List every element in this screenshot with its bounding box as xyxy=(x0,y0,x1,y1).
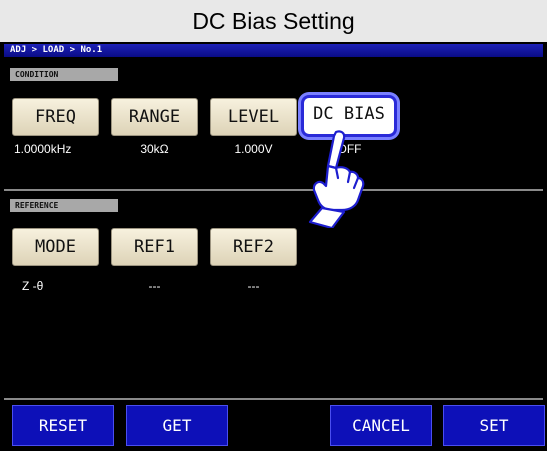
ref1-value: --- xyxy=(148,279,161,293)
get-button[interactable]: GET xyxy=(126,405,228,446)
condition-section-tag: CONDITION xyxy=(10,68,118,81)
reference-section-tag: REFERENCE xyxy=(10,199,118,212)
mode-value: Z -θ xyxy=(22,279,44,293)
set-button[interactable]: SET xyxy=(443,405,545,446)
ref1-button[interactable]: REF1 xyxy=(111,228,198,266)
section-divider xyxy=(4,189,543,191)
level-button[interactable]: LEVEL xyxy=(210,98,297,136)
bottom-divider xyxy=(4,398,543,400)
hand-pointer-icon xyxy=(308,130,365,228)
level-value: 1.000V xyxy=(234,142,273,156)
breadcrumb: ADJ > LOAD > No.1 xyxy=(4,44,543,57)
range-button[interactable]: RANGE xyxy=(111,98,198,136)
ref2-value: --- xyxy=(247,279,260,293)
freq-button[interactable]: FREQ xyxy=(12,98,99,136)
instrument-screen: ADJ > LOAD > No.1 CONDITION FREQ RANGE L… xyxy=(0,42,547,451)
reset-button[interactable]: RESET xyxy=(12,405,114,446)
mode-button[interactable]: MODE xyxy=(12,228,99,266)
range-value: 30kΩ xyxy=(140,142,169,156)
freq-value: 1.0000kHz xyxy=(14,142,72,156)
window-title: DC Bias Setting xyxy=(0,0,547,42)
ref2-button[interactable]: REF2 xyxy=(210,228,297,266)
cancel-button[interactable]: CANCEL xyxy=(330,405,432,446)
